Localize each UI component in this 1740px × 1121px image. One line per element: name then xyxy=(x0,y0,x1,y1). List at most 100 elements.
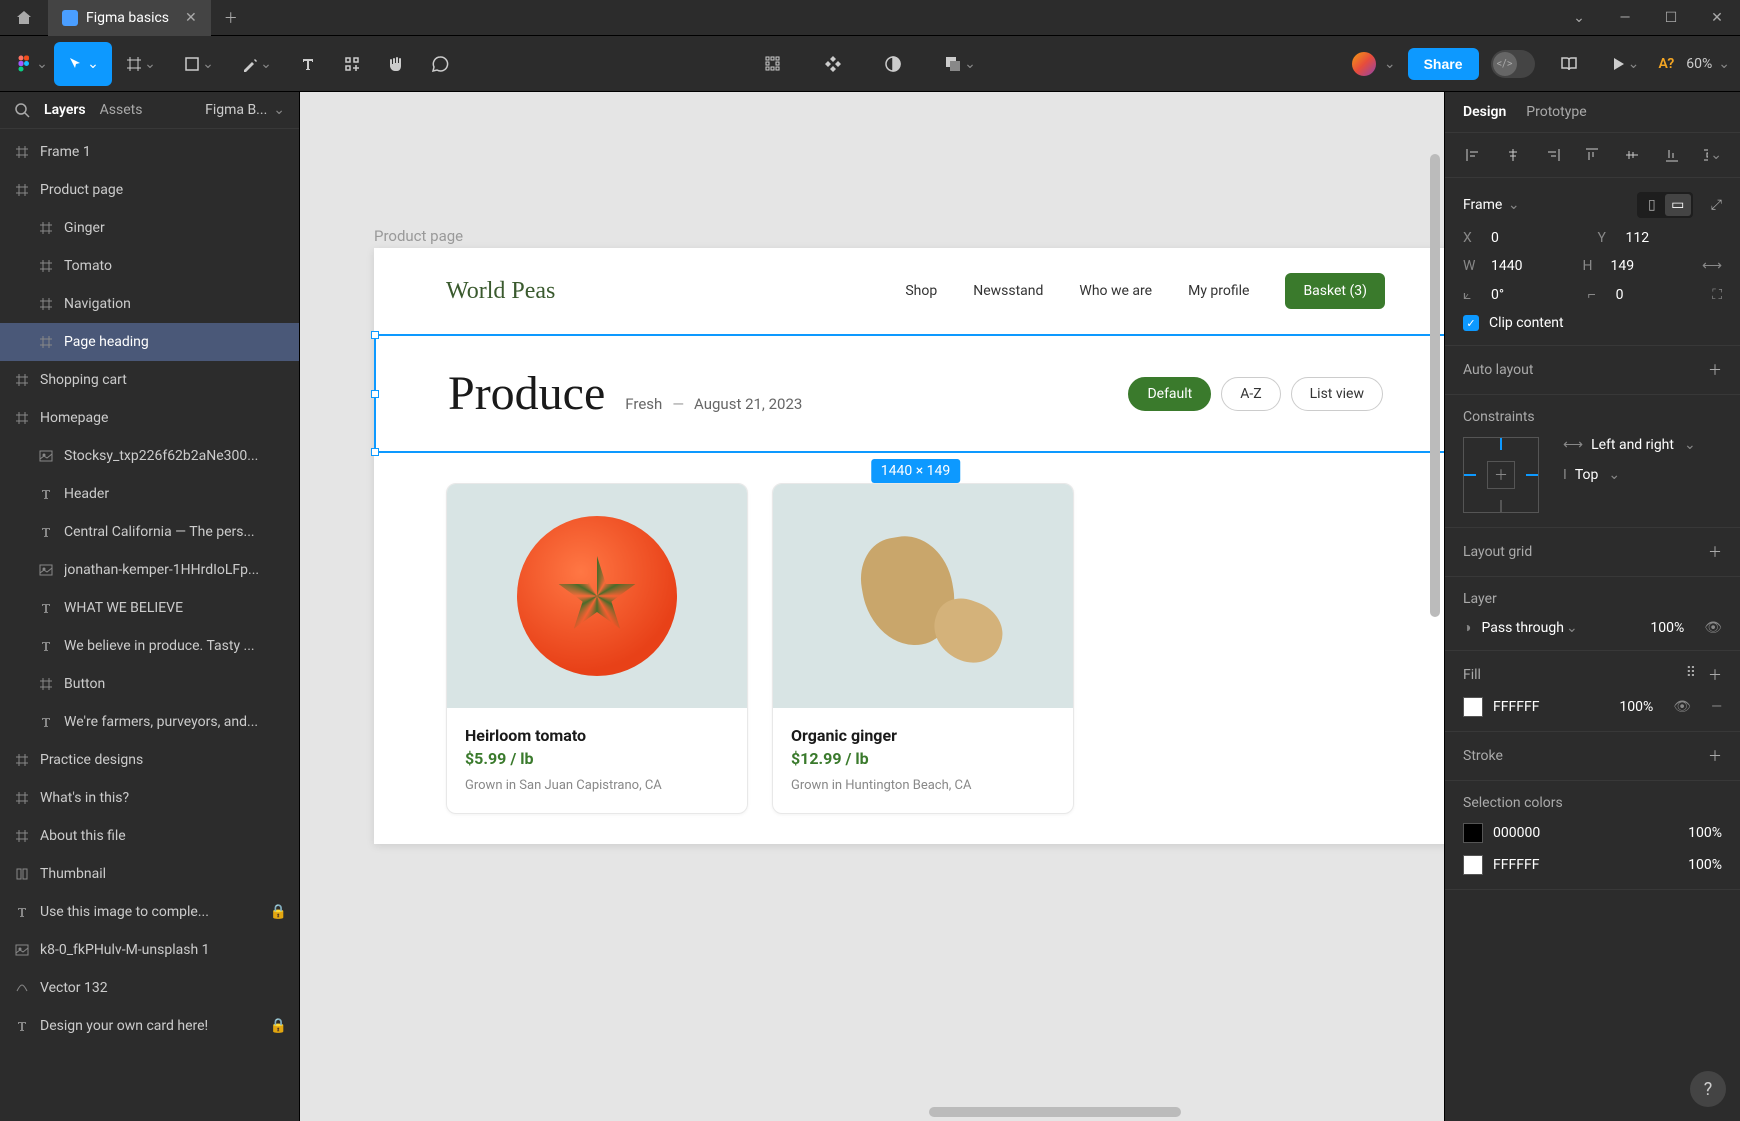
independent-corners-icon[interactable]: ⛶ xyxy=(1712,287,1722,303)
canvas-scrollbar-horizontal[interactable] xyxy=(300,1107,1444,1117)
boolean-icon[interactable] xyxy=(931,42,989,86)
radius-input[interactable]: 0 xyxy=(1616,287,1703,303)
layer-row[interactable]: k8-0_fkPHulv-M-unsplash 1 xyxy=(0,931,299,969)
sel-color-hex[interactable]: FFFFFF xyxy=(1493,857,1539,873)
h-input[interactable]: 149 xyxy=(1610,258,1691,274)
fill-styles-icon[interactable]: ⠿ xyxy=(1686,665,1696,685)
color-swatch[interactable] xyxy=(1463,823,1483,843)
text-tool[interactable] xyxy=(286,42,330,86)
selection-handle[interactable] xyxy=(371,331,379,339)
fit-icon[interactable]: ⤢ xyxy=(1711,197,1722,213)
landscape-icon[interactable]: ▭ xyxy=(1665,194,1691,216)
layer-row[interactable]: Design your own card here!🔒 xyxy=(0,1007,299,1045)
page-heading-selection[interactable]: Produce Fresh—August 21, 2023 Default A-… xyxy=(374,334,1444,453)
file-tab[interactable]: Figma basics ✕ xyxy=(48,0,211,36)
layer-row[interactable]: Ginger xyxy=(0,209,299,247)
move-tool[interactable]: ⌄ xyxy=(54,42,112,86)
add-grid-icon[interactable]: ＋ xyxy=(1708,542,1722,562)
mask-icon[interactable] xyxy=(871,42,915,86)
pixel-grid-icon[interactable] xyxy=(751,42,795,86)
missing-fonts-icon[interactable]: A? xyxy=(1659,56,1675,72)
blend-mode-select[interactable]: Pass through xyxy=(1481,620,1577,636)
layer-row[interactable]: Button xyxy=(0,665,299,703)
align-hcenter-icon[interactable] xyxy=(1503,145,1523,165)
remove-fill-icon[interactable]: — xyxy=(1711,699,1722,715)
y-input[interactable]: 112 xyxy=(1626,230,1723,246)
layer-row[interactable]: Frame 1 xyxy=(0,133,299,171)
constraint-v-select[interactable]: ITop xyxy=(1563,467,1722,483)
design-tab[interactable]: Design xyxy=(1463,104,1506,120)
layer-row[interactable]: Thumbnail xyxy=(0,855,299,893)
portrait-icon[interactable]: ▯ xyxy=(1639,194,1665,216)
visibility-icon[interactable]: 👁 xyxy=(1704,620,1722,636)
list-view-pill[interactable]: List view xyxy=(1291,377,1383,411)
nav-profile[interactable]: My profile xyxy=(1188,283,1249,299)
frame-type-select[interactable]: Frame xyxy=(1463,197,1627,213)
add-fill-icon[interactable]: ＋ xyxy=(1708,665,1722,685)
fill-hex-input[interactable]: FFFFFF xyxy=(1493,699,1539,715)
frame-label[interactable]: Product page xyxy=(374,227,463,245)
canvas-scrollbar-vertical[interactable] xyxy=(1430,92,1440,1121)
layer-row[interactable]: What's in this? xyxy=(0,779,299,817)
add-autolayout-icon[interactable]: ＋ xyxy=(1708,360,1722,380)
library-icon[interactable] xyxy=(1547,42,1591,86)
dev-mode-toggle[interactable]: </> xyxy=(1491,50,1535,78)
rotation-input[interactable]: 0° xyxy=(1491,287,1578,303)
selection-handle[interactable] xyxy=(371,390,379,398)
maximize-icon[interactable]: ☐ xyxy=(1648,0,1694,36)
prototype-tab[interactable]: Prototype xyxy=(1526,104,1586,120)
constraint-h-select[interactable]: ⟷Left and right xyxy=(1563,437,1722,453)
shape-tool[interactable] xyxy=(170,42,228,86)
present-icon[interactable] xyxy=(1603,42,1647,86)
fill-visibility-icon[interactable]: 👁 xyxy=(1673,699,1691,715)
sort-default-pill[interactable]: Default xyxy=(1128,377,1211,411)
link-dimensions-icon[interactable]: ⟷ xyxy=(1702,258,1722,274)
layer-row[interactable]: Product page xyxy=(0,171,299,209)
main-menu-button[interactable] xyxy=(10,42,54,86)
close-window-icon[interactable]: ✕ xyxy=(1694,0,1740,36)
close-tab-icon[interactable]: ✕ xyxy=(185,10,197,26)
layer-row[interactable]: Homepage xyxy=(0,399,299,437)
basket-button[interactable]: Basket (3) xyxy=(1285,273,1385,309)
align-bottom-icon[interactable] xyxy=(1662,145,1682,165)
canvas[interactable]: Product page World Peas Shop Newsstand W… xyxy=(300,92,1444,1121)
align-vcenter-icon[interactable] xyxy=(1622,145,1642,165)
layer-row[interactable]: Vector 132 xyxy=(0,969,299,1007)
layer-row[interactable]: Stocksy_txp226f62b2aNe300... xyxy=(0,437,299,475)
color-swatch[interactable] xyxy=(1463,855,1483,875)
assets-tab[interactable]: Assets xyxy=(100,102,143,118)
align-top-icon[interactable] xyxy=(1582,145,1602,165)
frame-tool[interactable] xyxy=(112,42,170,86)
selection-handle[interactable] xyxy=(371,448,379,456)
component-icon[interactable] xyxy=(811,42,855,86)
add-stroke-icon[interactable]: ＋ xyxy=(1708,746,1722,766)
sel-color-hex[interactable]: 000000 xyxy=(1493,825,1540,841)
layer-row[interactable]: Use this image to comple...🔒 xyxy=(0,893,299,931)
nav-who[interactable]: Who we are xyxy=(1079,283,1152,299)
layer-row[interactable]: Practice designs xyxy=(0,741,299,779)
layer-row[interactable]: WHAT WE BELIEVE xyxy=(0,589,299,627)
layer-row[interactable]: jonathan-kemper-1HHrdIoLFp... xyxy=(0,551,299,589)
layer-row[interactable]: Header xyxy=(0,475,299,513)
layer-row[interactable]: Page heading xyxy=(0,323,299,361)
comment-tool[interactable] xyxy=(418,42,462,86)
zoom-select[interactable]: 60% xyxy=(1686,56,1730,72)
orientation-segment[interactable]: ▯ ▭ xyxy=(1637,192,1693,218)
lock-icon[interactable]: 🔒 xyxy=(270,904,287,920)
window-dropdown-icon[interactable]: ⌄ xyxy=(1556,0,1602,36)
layers-tab[interactable]: Layers xyxy=(44,102,86,118)
hand-tool[interactable] xyxy=(374,42,418,86)
resources-tool[interactable] xyxy=(330,42,374,86)
layer-row[interactable]: Shopping cart xyxy=(0,361,299,399)
layer-opacity-input[interactable]: 100% xyxy=(1650,620,1684,636)
w-input[interactable]: 1440 xyxy=(1491,258,1572,274)
user-avatar[interactable] xyxy=(1350,50,1396,78)
align-right-icon[interactable] xyxy=(1543,145,1563,165)
minimize-icon[interactable]: — xyxy=(1602,0,1648,36)
layer-row[interactable]: Central California — The pers... xyxy=(0,513,299,551)
align-left-icon[interactable] xyxy=(1463,145,1483,165)
help-button[interactable]: ? xyxy=(1690,1071,1726,1107)
nav-newsstand[interactable]: Newsstand xyxy=(973,283,1043,299)
distribute-icon[interactable] xyxy=(1702,145,1722,165)
sort-az-pill[interactable]: A-Z xyxy=(1221,377,1280,411)
